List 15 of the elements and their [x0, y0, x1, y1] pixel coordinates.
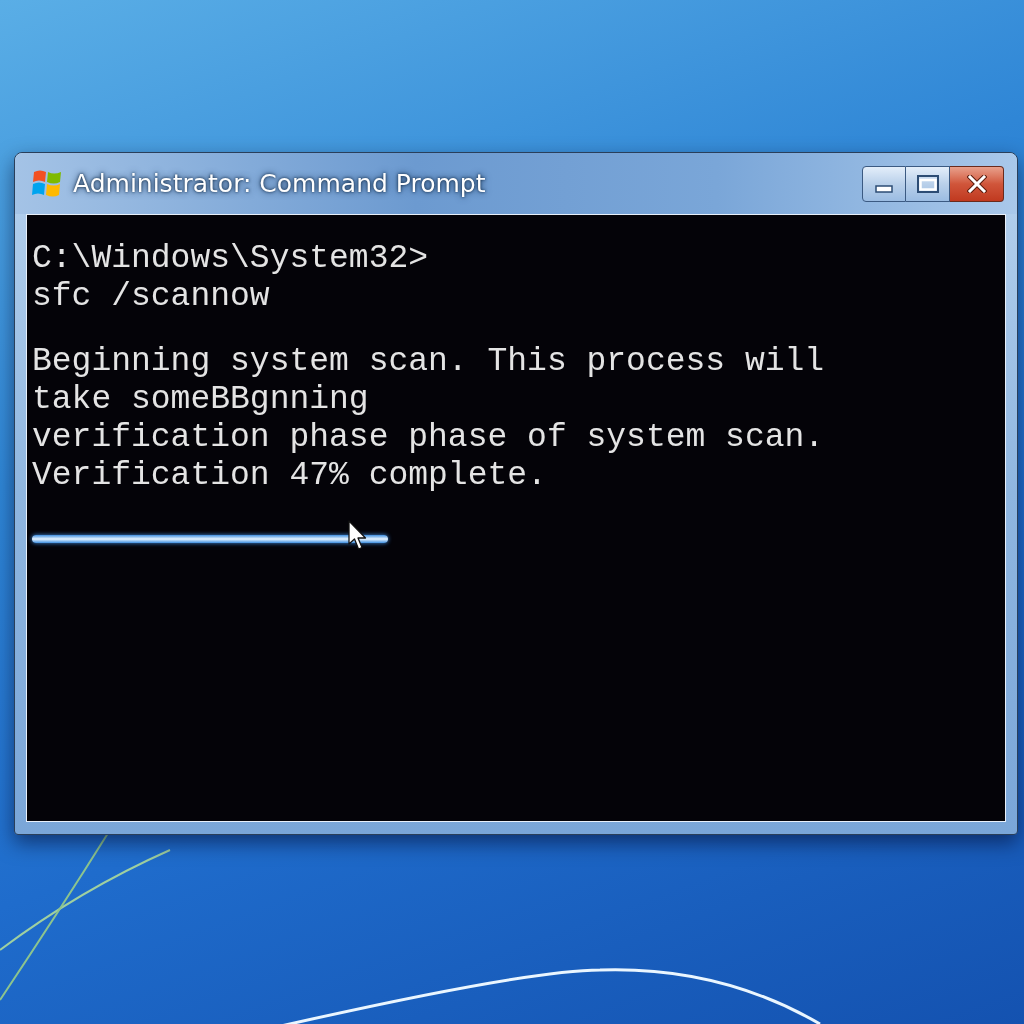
console-line: verification phase phase of system scan. [32, 419, 825, 457]
console-line: take someBBgnning [32, 381, 369, 419]
window-title: Administrator: Command Prompt [73, 167, 486, 200]
maximize-button[interactable] [906, 165, 950, 202]
minimize-icon [875, 184, 893, 193]
console-line: Beginning system scan. This process will [32, 343, 825, 381]
console-line: Verification 47% complete. [32, 457, 547, 495]
maximize-icon [916, 174, 939, 193]
windows-logo-icon [32, 168, 63, 199]
console-line: sfc /scannow [32, 278, 270, 316]
minimize-button[interactable] [862, 165, 906, 202]
console-line: C:\Windows\System32> [32, 240, 429, 278]
close-icon [966, 174, 987, 193]
close-button[interactable] [950, 165, 1004, 202]
mouse-pointer-icon [348, 520, 367, 551]
